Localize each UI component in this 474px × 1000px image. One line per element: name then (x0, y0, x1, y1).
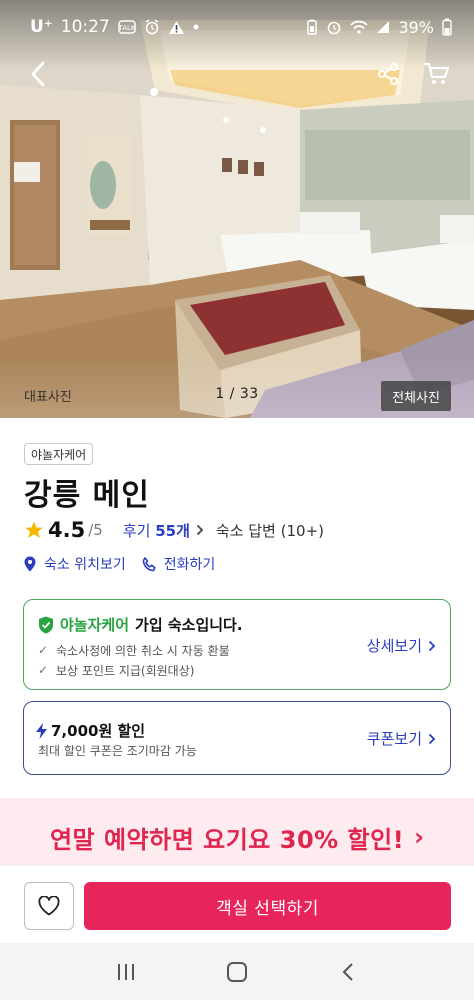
benefit-text: 보상 포인트 지급(회원대상) (56, 663, 195, 678)
back-nav-button[interactable] (328, 952, 368, 992)
coupon-card[interactable]: 7,000원 할인 최대 할인 쿠폰은 조기마감 가능 쿠폰보기 (23, 701, 451, 775)
wifi-icon (350, 20, 369, 34)
share-button[interactable] (372, 58, 404, 90)
select-room-button[interactable]: 객실 선택하기 (84, 882, 451, 930)
chevron-right-icon (196, 524, 204, 536)
battery-percent: 39% (398, 17, 434, 37)
hotel-name: 강릉 메인 (24, 478, 150, 513)
host-reply-count[interactable]: 숙소 답변 (10+) (216, 520, 324, 541)
call-button[interactable]: 전화하기 (142, 554, 216, 574)
care-member-title: 야놀자케어 가입 숙소입니다. (38, 614, 243, 635)
review-label: 후기 (122, 521, 151, 540)
chevron-right-icon (428, 640, 436, 651)
home-icon (226, 961, 247, 982)
back-button[interactable] (22, 58, 54, 90)
warning-icon (168, 20, 185, 35)
star-icon (25, 521, 43, 538)
top-app-bar (0, 54, 474, 94)
heart-icon (38, 896, 60, 916)
share-icon (378, 63, 398, 85)
wishlist-button[interactable] (24, 882, 74, 930)
notification-app-icon: TALK (118, 20, 136, 34)
care-brand: 야놀자케어 (60, 616, 130, 634)
chevron-right-icon: › (414, 823, 425, 851)
status-bar: U⁺ 10:27 TALK 39% (0, 0, 474, 54)
check-icon: ✓ (38, 663, 49, 677)
bottom-action-bar: 객실 선택하기 (0, 865, 474, 943)
dot-icon (193, 24, 199, 30)
alarm-icon (326, 19, 342, 35)
rating-max: /5 (88, 521, 103, 539)
shield-check-icon (39, 616, 53, 633)
recent-apps-button[interactable] (106, 952, 146, 992)
all-photos-button[interactable]: 전체사진 (381, 381, 451, 411)
details-label: 상세보기 (366, 637, 422, 655)
check-icon: ✓ (38, 643, 49, 657)
cart-icon (424, 62, 450, 84)
call-label: 전화하기 (163, 557, 216, 573)
benefit-text: 숙소사정에 의한 취소 시 자동 환불 (56, 643, 230, 658)
coupon-subtitle: 최대 할인 쿠폰은 조기마감 가능 (38, 744, 197, 758)
home-button[interactable] (217, 952, 257, 992)
alarm-icon (144, 19, 160, 35)
battery-icon (442, 18, 452, 36)
phone-icon (142, 556, 156, 571)
coupon-title: 7,000원 할인 (36, 720, 145, 741)
battery-saver-icon (306, 19, 318, 35)
review-link[interactable]: 후기 55개 (123, 520, 204, 541)
back-arrow-icon (342, 962, 354, 981)
lightning-icon (36, 722, 47, 739)
location-pin-icon (24, 556, 36, 572)
recent-apps-icon (117, 963, 134, 980)
signal-icon (376, 20, 390, 34)
brand-badge: 야놀자케어 (24, 443, 94, 465)
rating-row: 4.5 /5 후기 55개 숙소 답변 (10+) (24, 516, 324, 544)
chevron-left-icon (31, 61, 45, 87)
rating-value: 4.5 (48, 518, 86, 542)
quick-actions: 숙소 위치보기 전화하기 (22, 553, 215, 575)
carrier-label: U⁺ (30, 17, 53, 37)
view-location-button[interactable]: 숙소 위치보기 (22, 554, 126, 574)
clock: 10:27 (60, 17, 110, 37)
details-link[interactable]: 상세보기 (367, 635, 436, 656)
care-benefits-list: ✓ 숙소사정에 의한 취소 시 자동 환불 ✓ 보상 포인트 지급(회원대상) (38, 640, 230, 680)
coupon-link[interactable]: 쿠폰보기 (367, 728, 436, 749)
list-item: ✓ 숙소사정에 의한 취소 시 자동 환불 (38, 640, 230, 660)
coupon-link-label: 쿠폰보기 (366, 730, 422, 748)
review-count: 55개 (155, 521, 190, 540)
care-member-card[interactable]: 야놀자케어 가입 숙소입니다. ✓ 숙소사정에 의한 취소 시 자동 환불 ✓ 보상… (23, 599, 451, 690)
view-location-label: 숙소 위치보기 (44, 557, 126, 573)
system-nav-bar (0, 943, 474, 1000)
promo-text: 연말 예약하면 요기요 30% 할인! (49, 825, 405, 854)
coupon-title-text: 7,000원 할인 (51, 722, 146, 740)
care-title-rest: 가입 숙소입니다. (135, 616, 243, 634)
cart-button[interactable] (420, 58, 454, 90)
list-item: ✓ 보상 포인트 지급(회원대상) (38, 660, 230, 680)
svg-text:TALK: TALK (118, 24, 136, 32)
chevron-right-icon (428, 733, 436, 744)
